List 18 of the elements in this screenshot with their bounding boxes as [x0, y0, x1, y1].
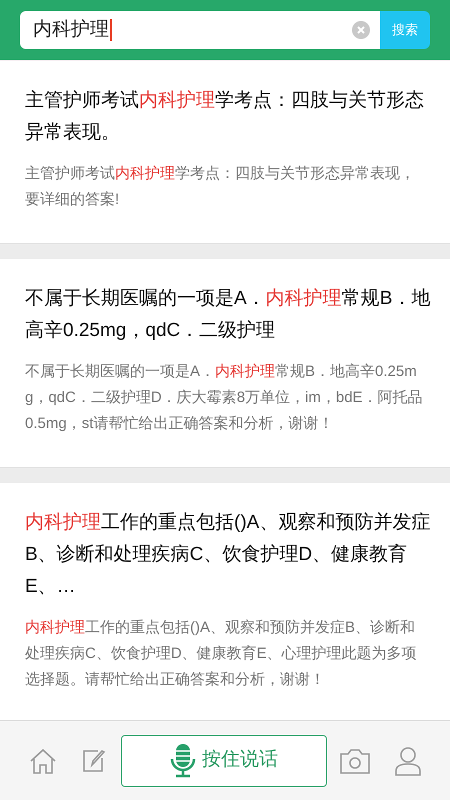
result-title: 不属于长期医嘱的一项是A．内科护理常规B．地高辛0.25mg，qdC．二级护理	[25, 287, 432, 343]
search-text: 内科护理	[33, 18, 109, 42]
edit-icon[interactable]	[82, 748, 106, 772]
camera-icon[interactable]	[339, 746, 371, 774]
text-cursor	[110, 19, 112, 41]
result-summary: 内科护理工作的重点包括()A、观察和预防并发症B、诊断和处理疾病C、饮食护理D、健康教育E、心理护理此题为多项选择题。请帮忙给出正确答案和分析，谢谢！	[25, 618, 418, 690]
clear-icon[interactable]	[352, 21, 370, 39]
result-title: 主管护师考试内科护理学考点：四肢与关节形态异常表现。	[25, 89, 425, 145]
microphone-icon	[170, 744, 196, 778]
result-card[interactable]: 不属于长期医嘱的一项是A．内科护理常规B．地高辛0.25mg，qdC．二级护理 不属于长期医嘱的一项是A．内科护理常规B．地高辛0.25mg，qdC．二级护理D．庆大霉素8万单位，im，bdE．阿托品0.5mg，st请帮忙给出正确答案和分析，谢谢！	[0, 259, 450, 468]
result-card[interactable]: 内科护理工作的重点包括()A、观察和预防并发症B、诊断和处理疾病C、饮食护理D、健康教育E、… 内科护理工作的重点包括()A、观察和预防并发症B、诊断和处理疾病C、饮食护理D、健康教育E、心理护理此题为多项选择题。请帮忙给出正确答案和分析，谢谢！	[0, 483, 450, 720]
voice-button[interactable]: 按住说话	[121, 734, 327, 786]
result-summary: 不属于长期医嘱的一项是A．内科护理常规B．地高辛0.25mg，qdC．二级护理D．庆大霉素8万单位，im，bdE．阿托品0.5mg，st请帮忙给出正确答案和分析，谢谢！	[25, 362, 424, 434]
result-title: 内科护理工作的重点包括()A、观察和预防并发症B、诊断和处理疾病C、饮食护理D、健康教育E、…	[25, 511, 432, 599]
search-field[interactable]: 内科护理	[20, 11, 380, 49]
profile-icon[interactable]	[394, 746, 422, 776]
result-summary: 主管护师考试内科护理学考点：四肢与关节形态异常表现，要详细的答案!	[25, 164, 416, 210]
result-card[interactable]: 主管护师考试内科护理学考点：四肢与关节形态异常表现。 主管护师考试内科护理学考点：四肢与关节形态异常表现，要详细的答案!	[0, 61, 450, 244]
